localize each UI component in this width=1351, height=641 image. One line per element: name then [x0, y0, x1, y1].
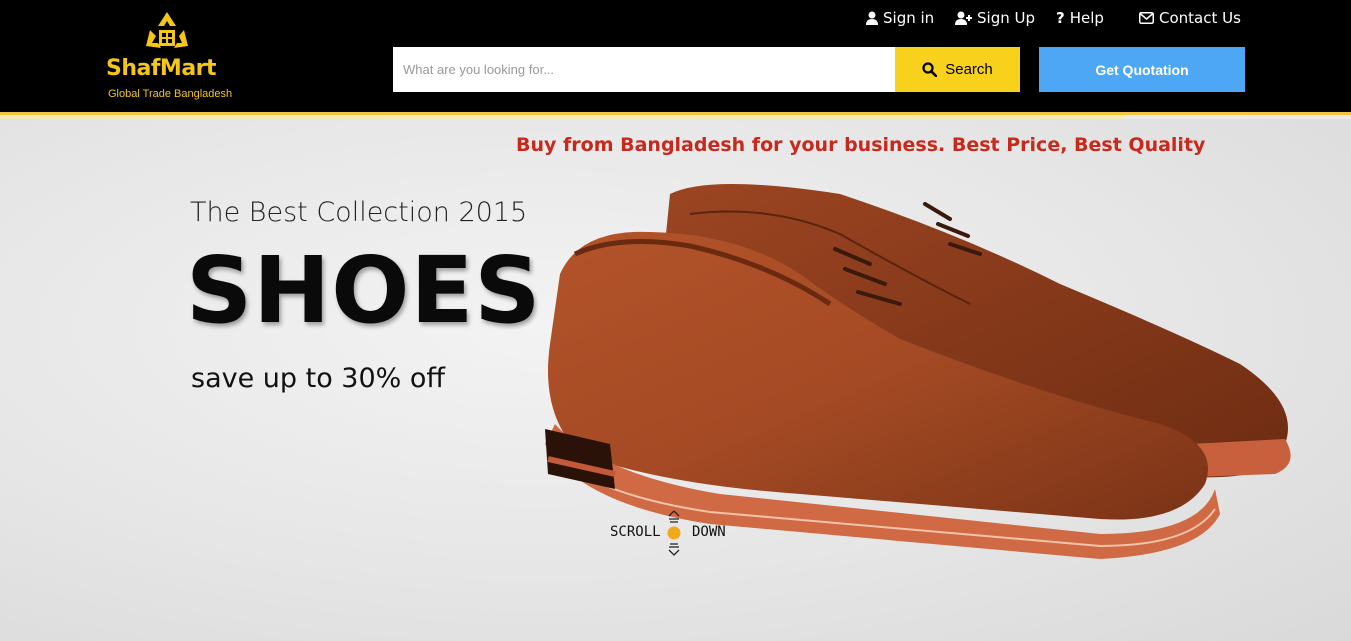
sign-up-link[interactable]: Sign Up	[955, 9, 1035, 27]
get-quotation-button[interactable]: Get Quotation	[1039, 47, 1245, 92]
recycle-house-icon	[146, 12, 188, 48]
hero-subtitle: The Best Collection 2015	[190, 197, 528, 228]
search-input[interactable]	[393, 47, 895, 92]
sign-up-label: Sign Up	[977, 9, 1035, 27]
contact-us-link[interactable]: Contact Us	[1139, 9, 1241, 27]
help-label: Help	[1069, 9, 1104, 27]
hero-title: SHOES	[186, 237, 542, 344]
shafmart-logo[interactable]: ShafMart Global Trade Bangladesh	[106, 10, 236, 105]
hero-offer: save up to 30% off	[191, 363, 446, 394]
logo-tagline: Global Trade Bangladesh	[108, 88, 233, 100]
sign-in-label: Sign in	[883, 9, 935, 27]
sign-in-link[interactable]: Sign in	[866, 9, 934, 27]
promo-text: Buy from Bangladesh for your business. B…	[516, 134, 1206, 156]
down-label: DOWN	[692, 524, 726, 540]
scroll-down-indicator[interactable]: SCROLL DOWN	[610, 509, 740, 559]
logo-name: ShafMart	[106, 56, 217, 81]
site-header: ShafMart Global Trade Bangladesh Sign in…	[0, 0, 1351, 112]
envelope-icon	[1139, 12, 1154, 24]
help-link[interactable]: ? Help	[1056, 9, 1104, 27]
question-icon: ?	[1056, 9, 1065, 27]
scroll-dot-icon	[667, 510, 681, 556]
search-button-label: Search	[945, 61, 993, 78]
hero-banner: Buy from Bangladesh for your business. B…	[0, 119, 1351, 641]
scroll-label: SCROLL	[610, 524, 661, 540]
search-icon	[922, 62, 938, 77]
contact-us-label: Contact Us	[1159, 9, 1241, 27]
user-icon	[866, 11, 878, 25]
search-button[interactable]: Search	[895, 47, 1020, 92]
user-plus-icon	[955, 11, 972, 25]
